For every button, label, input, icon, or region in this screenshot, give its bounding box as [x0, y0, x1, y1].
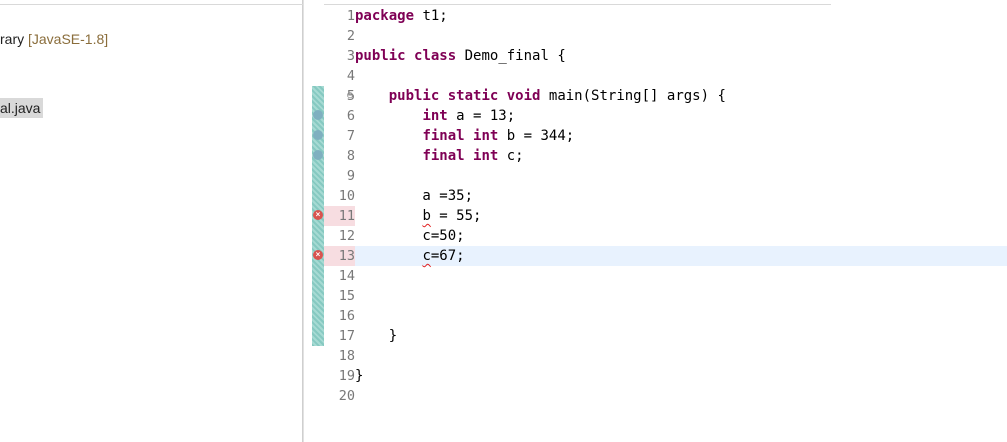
- code-token: c=50;: [355, 228, 465, 244]
- code-token: }: [355, 368, 364, 384]
- code-line[interactable]: c=67;: [355, 246, 465, 266]
- error-icon[interactable]: ×: [313, 250, 323, 260]
- code-line[interactable]: c=50;: [355, 226, 465, 246]
- line-number: 17: [338, 328, 355, 344]
- line-number: 7: [346, 128, 355, 144]
- keyword-token: package: [355, 8, 415, 24]
- annotation-ruler: × ×: [311, 0, 324, 442]
- line-number-gutter: 1 2 3 4 5 6 7 8 9 10 11 12 13 14 15 16 17 18 19 20: [324, 0, 355, 442]
- tree-item-jre-library[interactable]: rary [JavaSE-1.8]: [0, 29, 108, 49]
- keyword-token: final: [422, 148, 465, 164]
- keyword-token: int: [473, 128, 499, 144]
- code-line[interactable]: b = 55;: [355, 206, 481, 226]
- error-token: c: [422, 248, 431, 264]
- keyword-token: public: [388, 88, 440, 104]
- error-token: b: [422, 208, 431, 224]
- code-line[interactable]: int a = 13;: [355, 106, 515, 126]
- code-token: a = 13;: [447, 108, 516, 124]
- keyword-token: static: [447, 88, 499, 104]
- line-number: 10: [338, 188, 355, 204]
- line-number: 12: [338, 228, 355, 244]
- tree-item-java-file[interactable]: al.java: [0, 98, 44, 118]
- code-line[interactable]: final int c;: [355, 146, 524, 166]
- tree-item-label: rary: [0, 31, 28, 47]
- code-text-area[interactable]: package t1; public class Demo_final { pub…: [355, 0, 1007, 442]
- keyword-token: public: [355, 48, 406, 64]
- code-token: Demo_final {: [456, 48, 566, 64]
- code-token: =67;: [430, 248, 465, 264]
- line-number: 6: [346, 108, 355, 124]
- code-editor[interactable]: × × 1 2 3 4 5 6 7 8 9 10 11 12 13 14 15 16 17 18 19 20 ⊖ pa…: [311, 0, 1007, 442]
- line-number: 8: [346, 148, 355, 164]
- line-number: 14: [338, 268, 355, 284]
- line-number: 9: [346, 168, 355, 184]
- keyword-token: int: [422, 108, 448, 124]
- line-number: 11: [324, 206, 355, 226]
- occurrence-icon: [313, 150, 323, 160]
- code-token: t1;: [414, 8, 448, 24]
- line-number: 19: [338, 368, 355, 384]
- occurrence-icon: [313, 130, 323, 140]
- keyword-token: class: [414, 48, 457, 64]
- code-line[interactable]: a =35;: [355, 186, 473, 206]
- line-number: 2: [346, 28, 355, 44]
- keyword-token: void: [506, 88, 541, 104]
- code-line[interactable]: }: [355, 326, 397, 346]
- line-number: 16: [338, 308, 355, 324]
- code-token: = 55;: [430, 208, 482, 224]
- code-token: }: [355, 328, 398, 344]
- explorer-divider: [0, 4, 303, 5]
- line-number: 1: [346, 8, 355, 24]
- keyword-token: final: [422, 128, 465, 144]
- fold-collapse-icon[interactable]: ⊖: [345, 90, 355, 100]
- code-line[interactable]: public class Demo_final {: [355, 46, 566, 66]
- package-explorer: rary [JavaSE-1.8] al.java: [0, 0, 303, 442]
- pane-splitter[interactable]: [303, 0, 311, 442]
- code-token: b = 344;: [498, 128, 575, 144]
- code-line[interactable]: final int b = 344;: [355, 126, 574, 146]
- line-number: 18: [338, 348, 355, 364]
- code-line[interactable]: }: [355, 366, 363, 386]
- code-line[interactable]: package t1;: [355, 6, 448, 26]
- occurrence-icon: [313, 110, 323, 120]
- line-number: 3: [346, 48, 355, 64]
- code-token: a =35;: [355, 188, 474, 204]
- keyword-token: int: [473, 148, 499, 164]
- line-number: 13: [324, 246, 355, 266]
- code-line[interactable]: public static void main(String[] args) {: [355, 86, 726, 106]
- code-token: c;: [498, 148, 524, 164]
- line-number: 4: [346, 68, 355, 84]
- line-number: 20: [338, 388, 355, 404]
- tree-item-label: al.java: [0, 100, 41, 116]
- error-icon[interactable]: ×: [313, 210, 323, 220]
- code-token: main(String[] args) {: [540, 88, 726, 104]
- line-number: 15: [338, 288, 355, 304]
- tree-item-decoration: [JavaSE-1.8]: [28, 31, 109, 47]
